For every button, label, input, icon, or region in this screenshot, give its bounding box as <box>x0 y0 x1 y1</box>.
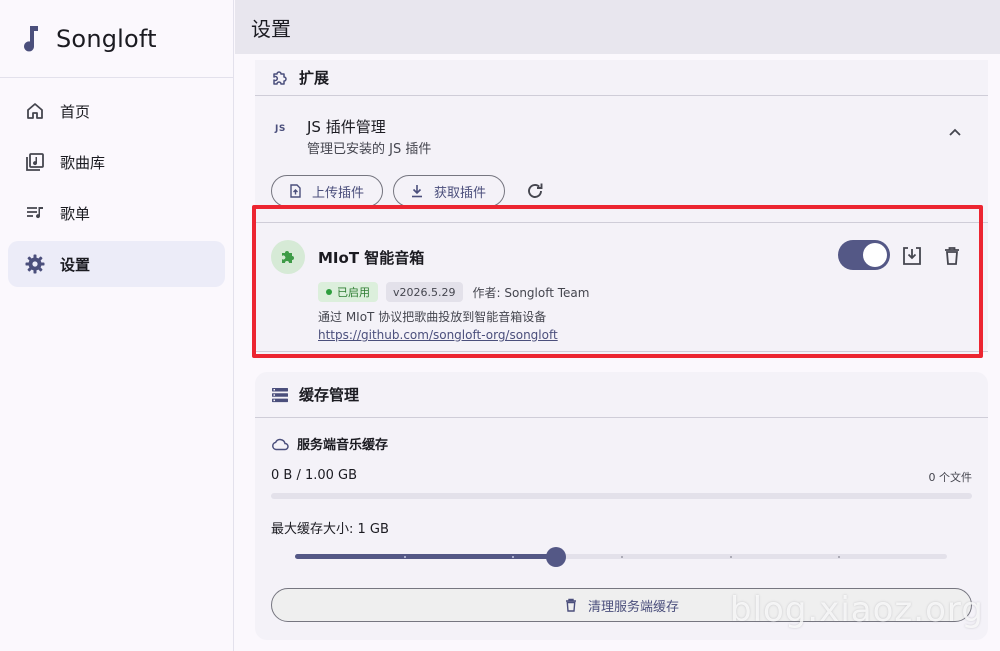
plugin-author: 作者: Songloft Team <box>472 285 590 300</box>
cache-usage-bar <box>271 493 972 499</box>
js-icon: JS <box>275 124 286 134</box>
sidebar-item-label: 歌单 <box>60 204 91 223</box>
home-icon <box>24 100 46 122</box>
watermark: blog.xiaoz.org <box>730 590 984 630</box>
library-music-icon <box>24 151 46 173</box>
sidebar-item-label: 设置 <box>60 255 91 274</box>
cache-header: 缓存管理 <box>255 372 988 418</box>
slider-tick <box>621 555 623 558</box>
toggle-knob <box>863 243 887 267</box>
download-icon <box>410 184 424 198</box>
max-cache-label: 最大缓存大小: 1 GB <box>271 522 389 537</box>
server-cache-title: 服务端音乐缓存 <box>297 438 389 453</box>
delete-icon <box>564 598 578 612</box>
brand: Songloft <box>0 0 233 78</box>
extensions-card: 扩展 JS JS 插件管理 管理已安装的 JS 插件 上传插件 获取插件 MIo… <box>255 60 988 356</box>
upload-file-icon <box>288 184 302 198</box>
gear-icon <box>24 253 46 275</box>
refresh-icon[interactable] <box>521 177 549 205</box>
server-cache-section: 服务端音乐缓存 <box>271 434 388 453</box>
page-header: 设置 <box>235 0 1000 54</box>
plugin-item: MIoT 智能音箱 已启用 v2026.5.29 作者: Songloft Te… <box>255 222 988 352</box>
sidebar-item-label: 歌曲库 <box>60 153 106 172</box>
playlist-icon <box>24 202 46 224</box>
sidebar-item-home[interactable]: 首页 <box>8 88 225 134</box>
music-note-icon <box>24 25 38 51</box>
status-dot-icon <box>326 289 332 295</box>
slider-thumb[interactable] <box>545 547 566 567</box>
sidebar-item-playlists[interactable]: 歌单 <box>8 190 225 236</box>
upload-plugin-label: 上传插件 <box>312 184 365 200</box>
max-cache-slider[interactable] <box>295 547 947 567</box>
version-badge: v2026.5.29 <box>386 282 463 302</box>
js-plugin-manager-title: JS 插件管理 <box>307 118 386 136</box>
puzzle-icon <box>271 240 305 274</box>
status-label: 已启用 <box>337 286 370 299</box>
settings-content: 扩展 JS JS 插件管理 管理已安装的 JS 插件 上传插件 获取插件 MIo… <box>235 54 1000 651</box>
plugin-url-link[interactable]: https://github.com/songloft-org/songloft <box>318 328 558 342</box>
plugin-meta: 已启用 v2026.5.29 作者: Songloft Team <box>318 282 589 302</box>
sidebar-item-library[interactable]: 歌曲库 <box>8 139 225 185</box>
puzzle-outline-icon <box>271 69 289 87</box>
delete-icon[interactable] <box>941 245 963 267</box>
slider-tick <box>403 555 406 558</box>
cache-usage: 0 B / 1.00 GB <box>271 468 358 483</box>
plugin-description: 通过 MIoT 协议把歌曲投放到智能音箱设备 <box>318 310 547 324</box>
storage-icon <box>271 386 289 404</box>
slider-tick <box>729 555 732 558</box>
clear-server-cache-label: 清理服务端缓存 <box>587 598 679 614</box>
js-plugin-manager-row[interactable]: JS JS 插件管理 管理已安装的 JS 插件 <box>255 110 988 157</box>
plugin-name: MIoT 智能音箱 <box>318 249 425 267</box>
app-name: Songloft <box>56 24 157 53</box>
file-count: 0 个文件 <box>928 471 973 484</box>
fetch-plugin-button[interactable]: 获取插件 <box>393 175 506 207</box>
plugin-enable-toggle[interactable] <box>838 240 890 270</box>
slider-fill <box>295 554 556 559</box>
chevron-up-icon[interactable] <box>946 124 964 142</box>
extensions-header: 扩展 <box>255 60 988 96</box>
plugin-actions: 上传插件 获取插件 <box>271 175 549 207</box>
download-box-icon[interactable] <box>900 244 924 268</box>
cloud-icon <box>271 436 289 452</box>
page-title: 设置 <box>251 16 291 41</box>
sidebar-nav: 首页 歌曲库 歌单 设置 <box>0 78 233 302</box>
cache-title: 缓存管理 <box>299 386 360 404</box>
extensions-title: 扩展 <box>299 69 330 87</box>
status-badge: 已启用 <box>318 282 378 302</box>
sidebar-item-label: 首页 <box>60 102 91 121</box>
upload-plugin-button[interactable]: 上传插件 <box>271 175 384 207</box>
sidebar-item-settings[interactable]: 设置 <box>8 241 225 287</box>
fetch-plugin-label: 获取插件 <box>434 184 487 200</box>
js-plugin-manager-subtitle: 管理已安装的 JS 插件 <box>307 142 432 157</box>
sidebar: Songloft 首页 歌曲库 歌单 设置 <box>0 0 234 651</box>
